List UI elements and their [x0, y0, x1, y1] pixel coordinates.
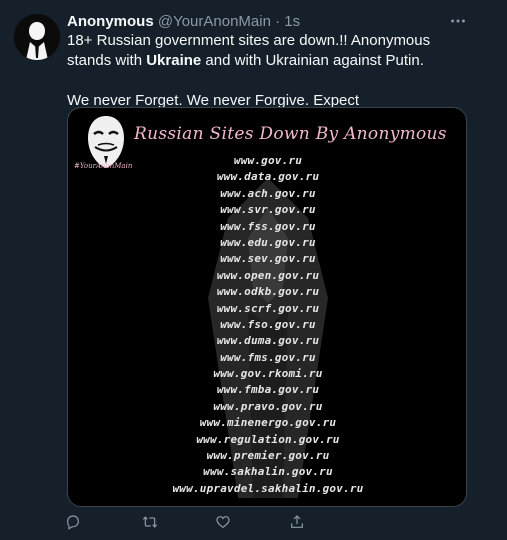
site-list-item: www.gov.rkomi.ru [213, 367, 323, 381]
site-list-item: www.pravo.gov.ru [213, 399, 323, 413]
author-handle[interactable]: @YourAnonMain [158, 13, 271, 30]
site-list-item: www.regulation.gov.ru [196, 432, 340, 446]
site-list-item: www.edu.gov.ru [220, 235, 316, 249]
share-icon[interactable] [287, 512, 307, 532]
image-title: Russian Sites Down By Anonymous [134, 124, 447, 144]
site-list-item: www.fmba.gov.ru [216, 383, 320, 397]
site-list-item: www.gov.ru [233, 154, 303, 167]
tweet-media-image[interactable]: #YourAnonMain Russian Sites Down By Anon… [67, 107, 467, 507]
site-list-item: www.minenergo.gov.ru [199, 416, 337, 430]
more-icon[interactable] [447, 10, 469, 32]
site-list-item: www.sev.gov.ru [220, 252, 316, 266]
site-list: www.gov.ru www.data.gov.ru www.ach.gov.ru w… [68, 153, 466, 497]
site-list-item: www.ach.gov.ru [220, 186, 316, 200]
site-list-item: www.fso.gov.ru [220, 317, 316, 331]
retweet-icon[interactable] [140, 512, 160, 532]
timestamp[interactable]: 1s [284, 13, 300, 30]
avatar[interactable] [14, 14, 60, 60]
site-list-item: www.fss.gov.ru [220, 219, 316, 233]
tweet-text-part2: and with Ukrainian against Putin. [201, 52, 424, 69]
tweet-line-1: 18+ Russian government sites are down.!!… [67, 31, 472, 71]
site-list-item: www.sakhalin.gov.ru [203, 465, 333, 479]
site-list-item: www.data.gov.ru [216, 170, 320, 184]
tweet-header: Anonymous @YourAnonMain · 1s [67, 12, 467, 32]
site-list-item: www.upravdel.sakhalin.gov.ru [172, 481, 364, 495]
site-list-item: www.fms.gov.ru [220, 350, 316, 364]
site-list-item: www.duma.gov.ru [216, 334, 320, 348]
tweet-text-bold: Ukraine [146, 52, 202, 69]
site-list-item: www.open.gov.ru [216, 268, 320, 282]
site-list-item: www.scrf.gov.ru [216, 301, 320, 315]
separator: · [275, 13, 281, 30]
site-list-item: www.svr.gov.ru [220, 203, 316, 217]
site-list-item: www.odkb.gov.ru [216, 285, 320, 299]
like-icon[interactable] [213, 512, 233, 532]
site-list-item: www.premier.gov.ru [206, 449, 330, 463]
tweet-actions [67, 512, 467, 532]
anonymous-suit-icon [14, 14, 60, 60]
author-name[interactable]: Anonymous [67, 13, 154, 30]
reply-icon[interactable] [63, 512, 83, 532]
